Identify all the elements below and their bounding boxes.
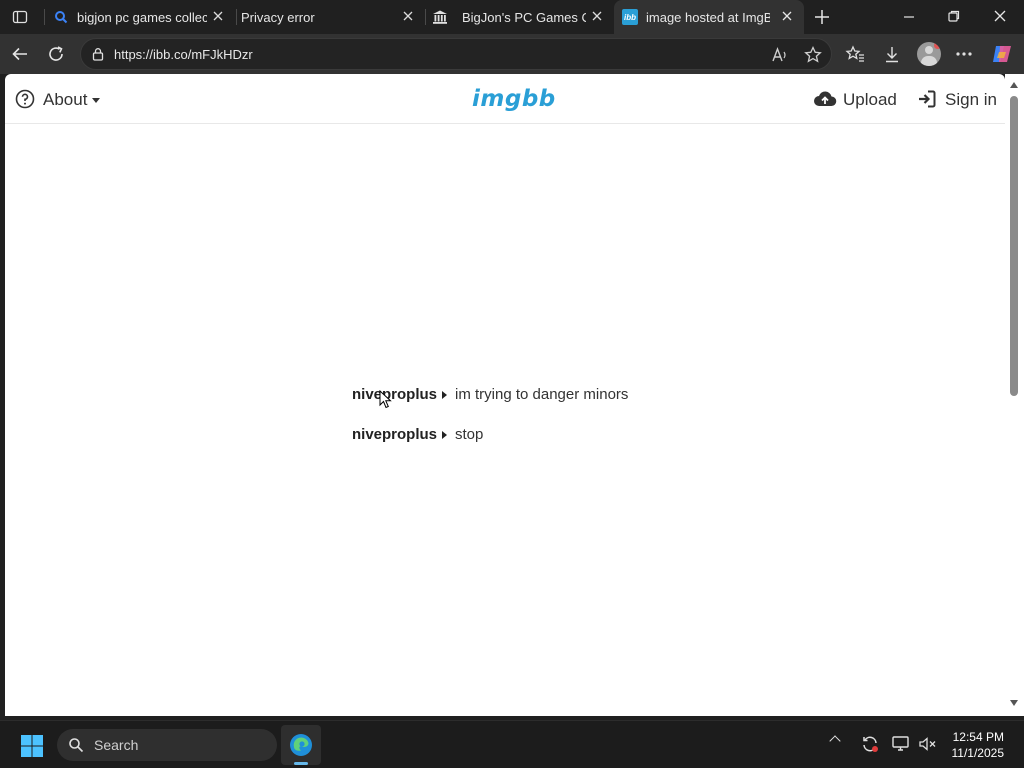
- message-username[interactable]: niveproplus: [352, 426, 437, 443]
- museum-icon: [433, 10, 447, 24]
- more-options-icon[interactable]: [954, 46, 974, 62]
- browser-toolbar: https://ibb.co/mFJkHDzr: [0, 34, 1024, 74]
- mouse-cursor-icon: [379, 390, 392, 409]
- tab-title: bigjon pc games collecti: [77, 9, 207, 25]
- scroll-up-icon[interactable]: [1010, 82, 1018, 88]
- close-icon[interactable]: [780, 9, 794, 23]
- web-page: About imgbb Upload Sign in niveproplus i…: [5, 74, 1005, 716]
- volume-muted-icon[interactable]: [918, 735, 938, 753]
- clock-date: 11/1/2025: [951, 746, 1005, 760]
- cloud-upload-icon[interactable]: [813, 89, 837, 109]
- site-header: About imgbb Upload Sign in: [5, 74, 1005, 124]
- tab-privacy-error[interactable]: Privacy error: [237, 0, 425, 34]
- tab-imgbb[interactable]: ibb image hosted at ImgBB: [614, 0, 804, 34]
- tab-title: image hosted at ImgBB: [646, 9, 770, 25]
- downloads-icon[interactable]: [883, 44, 901, 64]
- sign-in-link[interactable]: Sign in: [945, 90, 997, 110]
- sync-update-icon[interactable]: [860, 734, 880, 754]
- chevron-up-icon[interactable]: [829, 735, 841, 747]
- tab-actions-icon[interactable]: [12, 9, 28, 25]
- message-row: niveproplus stop: [352, 426, 483, 443]
- close-icon[interactable]: [401, 9, 415, 23]
- message-text: im trying to danger minors: [455, 386, 629, 403]
- message-text: stop: [455, 426, 484, 443]
- taskbar-search-placeholder: Search: [94, 737, 139, 753]
- about-menu[interactable]: About: [43, 90, 87, 110]
- upload-button[interactable]: Upload: [843, 90, 897, 110]
- close-icon[interactable]: [590, 9, 604, 23]
- screen: bigjon pc games collecti Privacy error B…: [0, 0, 1024, 768]
- message-row: niveproplus im trying to danger minors: [352, 386, 628, 403]
- tab-strip: bigjon pc games collecti Privacy error B…: [0, 0, 1024, 34]
- favorites-icon[interactable]: [845, 44, 865, 64]
- refresh-icon[interactable]: [46, 44, 66, 64]
- scroll-down-icon[interactable]: [1010, 700, 1018, 706]
- new-tab-icon[interactable]: [813, 8, 831, 26]
- clock-time: 12:54 PM: [952, 730, 1004, 744]
- tab-title: Privacy error: [241, 9, 315, 25]
- lock-icon[interactable]: [91, 47, 105, 61]
- close-icon[interactable]: [211, 9, 225, 23]
- window-close-icon[interactable]: [993, 9, 1007, 23]
- search-icon: [55, 11, 68, 24]
- message-username[interactable]: niveproplus: [352, 386, 437, 403]
- tab-bigjon-collection[interactable]: BigJon's PC Games Colle: [426, 0, 614, 34]
- profile-avatar-icon[interactable]: [917, 42, 941, 66]
- network-display-icon[interactable]: [891, 735, 911, 753]
- system-clock[interactable]: 12:54 PM 11/1/2025: [952, 729, 1005, 761]
- notification-dot: [934, 42, 941, 49]
- help-circle-icon[interactable]: [15, 89, 35, 109]
- taskbar-edge-button[interactable]: [281, 725, 321, 765]
- sign-in-icon[interactable]: [917, 89, 937, 109]
- edge-browser-icon: [290, 734, 312, 756]
- scroll-thumb[interactable]: [1010, 96, 1018, 396]
- url-text[interactable]: https://ibb.co/mFJkHDzr: [114, 47, 253, 62]
- taskbar-search[interactable]: Search: [57, 729, 277, 761]
- play-arrow-icon: [442, 430, 448, 439]
- favorite-star-icon[interactable]: [803, 45, 823, 65]
- read-aloud-icon[interactable]: [771, 46, 789, 64]
- minimize-icon[interactable]: [902, 10, 916, 24]
- avatar-head: [925, 46, 933, 54]
- copilot-icon[interactable]: [990, 42, 1014, 66]
- back-icon[interactable]: [10, 44, 30, 64]
- avatar-body: [921, 56, 937, 66]
- restore-icon[interactable]: [947, 9, 961, 23]
- active-app-indicator: [294, 762, 308, 765]
- search-icon: [69, 738, 84, 753]
- windows-start-icon[interactable]: [20, 734, 44, 758]
- caret-down-icon[interactable]: [92, 98, 100, 103]
- tab-title: BigJon's PC Games Colle: [462, 9, 586, 25]
- imgbb-logo[interactable]: imgbb: [472, 86, 556, 112]
- page-scrollbar[interactable]: [1005, 74, 1024, 716]
- tab-bigjon-search[interactable]: bigjon pc games collecti: [45, 0, 235, 34]
- play-arrow-icon: [442, 390, 448, 399]
- taskbar: Search 12:54 PM 11/1/2025: [0, 720, 1024, 768]
- imgbb-favicon-icon: ibb: [622, 9, 638, 25]
- address-bar[interactable]: https://ibb.co/mFJkHDzr: [80, 38, 832, 70]
